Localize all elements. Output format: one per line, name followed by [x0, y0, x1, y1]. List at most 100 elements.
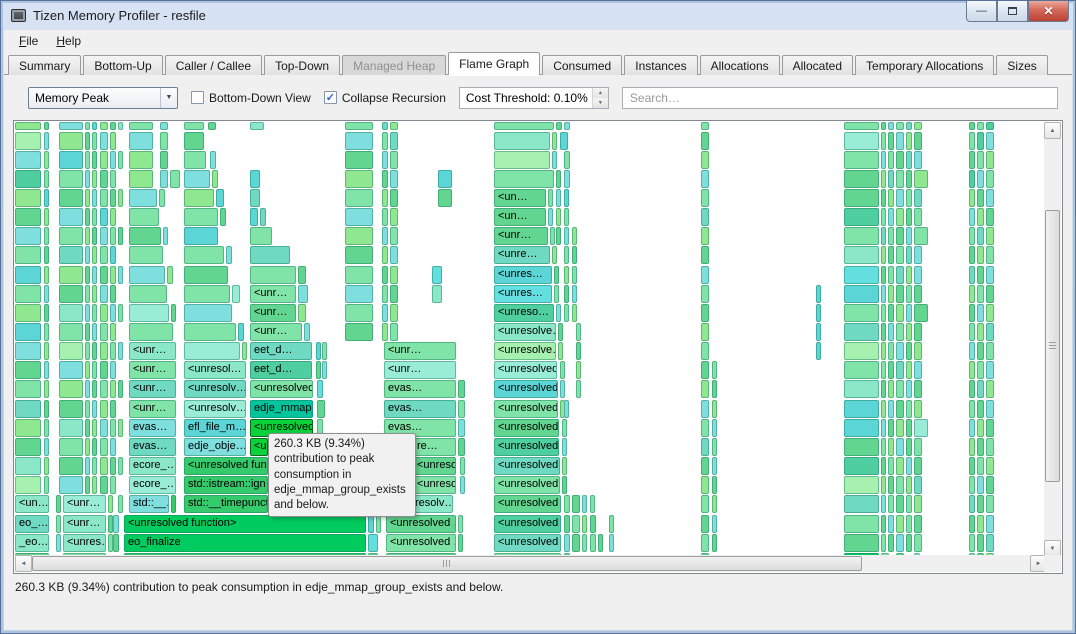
- flame-block[interactable]: [977, 534, 984, 552]
- flame-block[interactable]: [914, 438, 922, 456]
- flame-block[interactable]: [44, 342, 49, 360]
- flame-block[interactable]: [977, 380, 984, 398]
- flame-block[interactable]: [888, 419, 894, 437]
- flame-block[interactable]: [160, 122, 168, 130]
- flame-block[interactable]: [590, 495, 595, 513]
- flame-block[interactable]: eet_d…: [250, 342, 312, 360]
- flame-block[interactable]: [85, 122, 90, 130]
- flame-block[interactable]: [59, 304, 83, 322]
- flame-block[interactable]: [564, 122, 570, 130]
- flame-block[interactable]: [914, 132, 922, 150]
- flame-block[interactable]: [881, 438, 886, 456]
- flame-block[interactable]: [906, 495, 912, 513]
- flame-block[interactable]: [382, 189, 388, 207]
- flame-block[interactable]: [382, 170, 388, 188]
- flame-block[interactable]: [129, 189, 157, 207]
- flame-block[interactable]: [368, 534, 378, 552]
- flame-block[interactable]: [969, 132, 975, 150]
- flame-block[interactable]: <unr…: [250, 323, 302, 341]
- flame-block[interactable]: [712, 515, 717, 533]
- flame-block[interactable]: [129, 304, 169, 322]
- flame-block[interactable]: [888, 266, 894, 284]
- flame-block[interactable]: [110, 323, 116, 341]
- flame-block[interactable]: [562, 457, 567, 475]
- flame-block[interactable]: [298, 266, 306, 284]
- flame-block[interactable]: [210, 151, 216, 169]
- flame-block[interactable]: [701, 380, 709, 398]
- flame-block[interactable]: <unresolv…: [413, 476, 456, 494]
- flame-block[interactable]: [888, 361, 894, 379]
- flame-block[interactable]: [888, 132, 894, 150]
- flame-block[interactable]: <unr…: [129, 342, 176, 360]
- flame-block[interactable]: [969, 419, 975, 437]
- flame-block[interactable]: [390, 304, 398, 322]
- flame-block[interactable]: [250, 189, 260, 207]
- flame-block[interactable]: [896, 170, 904, 188]
- flame-block[interactable]: [590, 515, 596, 533]
- horizontal-scrollbar[interactable]: ◄ ►: [15, 555, 1047, 572]
- flame-block[interactable]: [564, 495, 570, 513]
- flame-block[interactable]: [159, 189, 165, 207]
- flame-block[interactable]: [888, 438, 894, 456]
- flame-block[interactable]: [100, 189, 108, 207]
- flame-block[interactable]: [15, 323, 41, 341]
- flame-block[interactable]: [85, 342, 90, 360]
- flame-block[interactable]: [572, 534, 580, 552]
- flame-block[interactable]: [548, 189, 553, 207]
- flame-block[interactable]: [560, 132, 568, 150]
- flame-block[interactable]: [382, 227, 388, 245]
- flame-block[interactable]: [184, 122, 204, 130]
- flame-block[interactable]: [92, 342, 97, 360]
- flame-block[interactable]: [986, 266, 994, 284]
- flame-block[interactable]: [881, 122, 886, 130]
- flame-block[interactable]: [15, 132, 41, 150]
- flame-block[interactable]: [382, 122, 388, 130]
- flame-block[interactable]: [390, 170, 398, 188]
- flame-block[interactable]: [816, 323, 821, 341]
- flame-block[interactable]: [110, 304, 116, 322]
- flame-block[interactable]: [250, 227, 272, 245]
- flame-block[interactable]: [844, 476, 879, 494]
- flame-block[interactable]: [906, 189, 912, 207]
- flame-block[interactable]: [345, 304, 373, 322]
- flame-block[interactable]: [15, 419, 41, 437]
- flame-block[interactable]: [92, 380, 97, 398]
- flame-block[interactable]: [238, 323, 244, 341]
- flame-block[interactable]: [986, 380, 994, 398]
- flame-block[interactable]: <unresolved …: [494, 380, 558, 398]
- flame-block[interactable]: [881, 400, 886, 418]
- flame-block[interactable]: [977, 227, 984, 245]
- flame-block[interactable]: [712, 380, 717, 398]
- flame-block[interactable]: [59, 227, 83, 245]
- flame-block[interactable]: [171, 495, 176, 513]
- flame-block[interactable]: [118, 189, 123, 207]
- flame-block[interactable]: [458, 438, 465, 456]
- flame-block[interactable]: [816, 342, 821, 360]
- flame-block[interactable]: [59, 323, 83, 341]
- flame-block[interactable]: [110, 438, 116, 456]
- flame-block[interactable]: [701, 419, 709, 437]
- flame-block[interactable]: [548, 208, 553, 226]
- flame-block[interactable]: [844, 361, 879, 379]
- flame-block[interactable]: [59, 457, 83, 475]
- flame-block[interactable]: [85, 266, 90, 284]
- flame-block[interactable]: [110, 132, 116, 150]
- flame-block[interactable]: [44, 457, 49, 475]
- flame-block[interactable]: [977, 170, 984, 188]
- flame-block[interactable]: [59, 361, 83, 379]
- flame-block[interactable]: [59, 151, 83, 169]
- flame-block[interactable]: [171, 304, 176, 322]
- flame-block[interactable]: [969, 189, 975, 207]
- flame-block[interactable]: eo_…: [15, 515, 49, 533]
- flame-block[interactable]: [92, 122, 97, 130]
- flame-block[interactable]: [906, 515, 912, 533]
- flame-block[interactable]: [881, 515, 886, 533]
- tab-flame-graph[interactable]: Flame Graph: [448, 52, 540, 75]
- flame-block[interactable]: [986, 122, 994, 130]
- flame-block[interactable]: [92, 323, 97, 341]
- flame-block[interactable]: [888, 227, 894, 245]
- flame-block[interactable]: [844, 380, 879, 398]
- flame-block[interactable]: [184, 151, 206, 169]
- flame-block[interactable]: [969, 227, 975, 245]
- flame-block[interactable]: [85, 189, 90, 207]
